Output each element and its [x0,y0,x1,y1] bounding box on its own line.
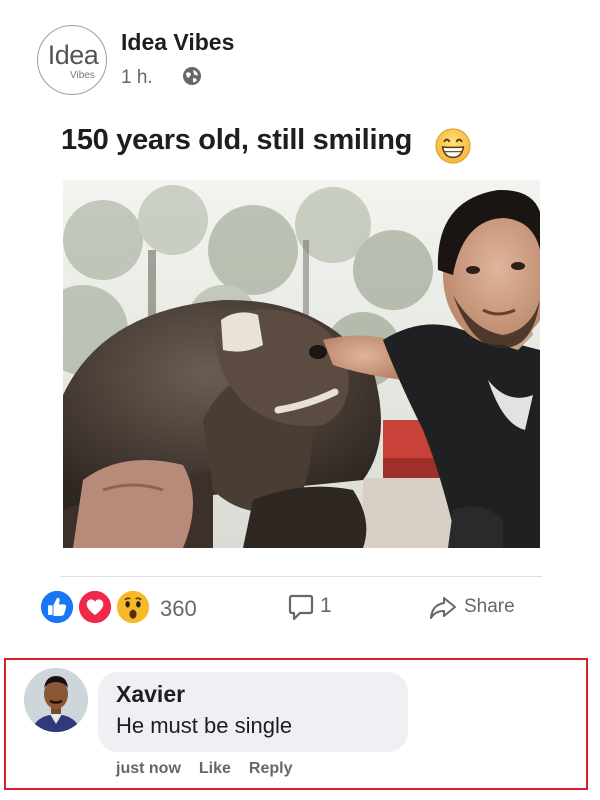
comment-reply-button[interactable]: Reply [249,760,293,778]
comment-count: 1 [320,594,332,617]
post-header: Idea Vibes Idea Vibes 1 h. [37,25,557,97]
page-name[interactable]: Idea Vibes [121,29,234,56]
grinning-face-icon [435,128,471,164]
share-label: Share [464,596,515,617]
comment-like-button[interactable]: Like [199,760,231,778]
reaction-count: 360 [160,596,197,621]
reactions-summary[interactable]: 360 [38,588,218,628]
post-timestamp[interactable]: 1 h. [121,67,153,89]
divider [60,576,542,577]
person-portrait-icon [24,668,88,732]
share-button[interactable]: Share [428,592,528,624]
commenter-avatar[interactable] [24,668,88,732]
logo-subtext: Vibes [70,70,95,81]
commenter-name[interactable]: Xavier [116,681,185,708]
wow-icon [114,588,152,626]
logo-word: Idea [47,40,99,70]
love-icon [76,588,114,626]
post-photo[interactable] [63,180,540,548]
globe-icon [183,67,201,85]
comment-meta: just now Like Reply [116,760,310,778]
post-text: 150 years old, still smiling [61,124,413,156]
comment-bubble: Xavier He must be single [98,672,408,752]
comment-text: He must be single [116,713,293,738]
page-avatar[interactable]: Idea Vibes [37,25,107,95]
tortoise-selfie-illustration [63,180,540,548]
share-icon [430,597,456,619]
comment-button[interactable]: 1 [286,592,346,624]
like-icon [38,588,76,626]
highlighted-comment: Xavier He must be single just now Like Rep… [4,658,588,790]
comment-icon [288,594,314,621]
comment-time[interactable]: just now [116,760,181,778]
